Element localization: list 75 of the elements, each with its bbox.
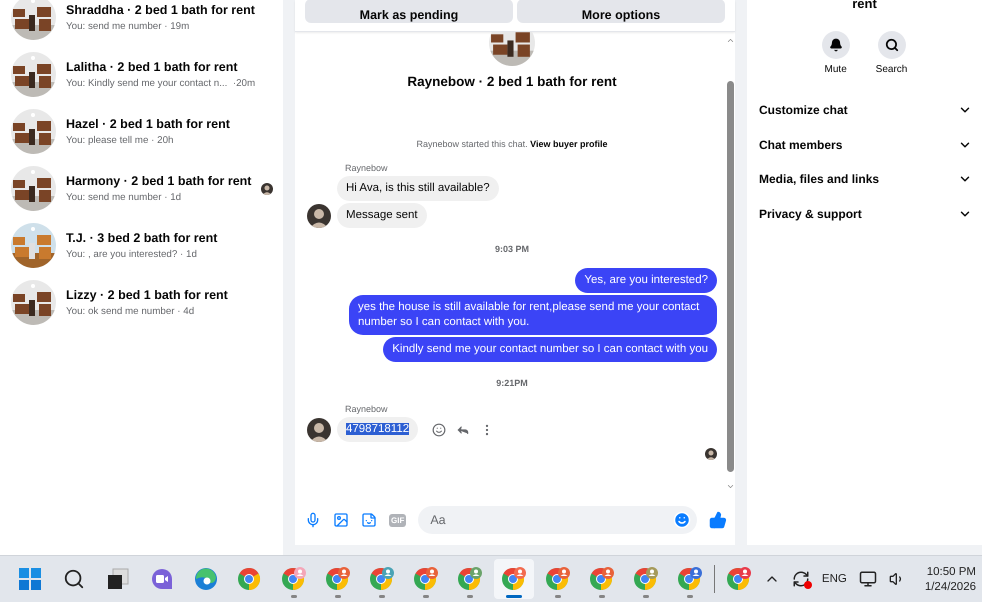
timestamp: 9:03 PM [494,244,530,254]
sender-name: Raynebow [345,163,389,173]
message-preview: You: Kindly send me your contact n... ·20m [66,78,256,89]
sent-message: Kindly send me your contact number so I can contact with you [383,337,717,362]
conversation-item[interactable]: Hazel · 2 bed 1 bath for rent You: please tell me · 20h [0,103,283,160]
browser-icon [457,566,483,592]
message-preview: You: ok send me number · 4d [66,306,196,317]
section-header[interactable]: Media, files and links [747,162,982,196]
avatar [307,418,331,442]
conversation-title: Lizzy · 2 bed 1 bath for rent [66,288,229,302]
browser-icon [281,566,307,592]
microphone-icon[interactable] [305,512,321,528]
browser-icon [501,566,527,592]
bell-icon [828,38,843,52]
conversation-title: Lalitha · 2 bed 1 bath for rent [66,60,239,74]
thumbs-up-icon[interactable] [709,511,727,529]
conversation-title: T.J. · 3 bed 2 bath for rent [66,231,218,245]
message-preview: You: , are you interested? · 1d [66,249,198,260]
chat-title: Raynebow · 2 bed 1 bath for rent [406,74,618,89]
seen-avatar [261,182,273,194]
scroll-down-icon[interactable] [726,482,734,491]
language-indicator[interactable]: ENG [822,573,847,585]
browser-icon [325,566,351,592]
scroll-up-icon[interactable] [726,36,734,45]
avatar [307,204,331,228]
received-message: 4798718112 [337,417,418,442]
conversation-item[interactable]: Shraddha · 2 bed 1 bath for rent You: send me number · 19m [0,0,283,46]
clock-date[interactable]: 1/24/2026 [924,580,976,592]
task-view-icon [107,568,129,590]
browser-icon [726,566,752,592]
search-icon [63,568,85,590]
image-icon[interactable] [333,512,349,528]
received-message: Hi Ava, is this still available? [337,176,499,201]
message-preview: You: please tell me · 20h [66,135,174,146]
conversation-item[interactable]: Harmony · 2 bed 1 bath for rent You: send me number · 1d [0,160,283,217]
section-header[interactable]: Customize chat [747,93,982,128]
sync-icon[interactable] [792,570,810,588]
browser-icon [677,566,703,592]
browser-icon [633,566,659,592]
browser-icon [545,566,571,592]
section-header[interactable]: Privacy & support [747,196,982,231]
conversation-item[interactable]: Lizzy · 2 bed 1 bath for rent You: ok send me number · 4d [0,274,283,331]
received-message: Message sent [337,203,427,228]
sent-message: yes the house is still available for rent,please send me your contact number so I can contact with you. [349,295,717,335]
browser-icon [369,566,395,592]
conversation-item[interactable]: T.J. · 3 bed 2 bath for rent You: , are you interested? · 1d [0,217,283,274]
conversation-title: Shraddha · 2 bed 1 bath for rent [66,3,256,17]
chat-notice: Raynebow started this chat. View buyer profile [416,139,608,149]
sent-message: Yes, are you interested? [575,268,717,293]
timestamp: 9:21PM [495,378,529,388]
action-button[interactable]: Mark as pending [305,0,513,23]
action-button[interactable]: More options [517,0,725,23]
browser-icon [589,566,615,592]
conversation-title: Hazel · 2 bed 1 bath for rent [66,117,231,131]
message-preview: You: send me number · 19m [66,21,190,32]
message-preview: You: send me number · 1d [66,192,182,203]
windows-icon [19,568,41,590]
browser-icon [413,566,439,592]
browser-icon [237,566,263,592]
video-chat-icon [150,567,174,591]
conversation-item[interactable]: Lalitha · 2 bed 1 bath for rent You: Kindly send me your contact n... ·20m [0,46,283,103]
section-header[interactable]: Chat members [747,128,982,162]
conversation-title: Harmony · 2 bed 1 bath for rent [66,174,251,188]
sender-name: Raynebow [345,404,389,414]
emoji-icon[interactable] [673,511,691,529]
read-receipt-avatar [705,448,717,460]
react-icon[interactable] [432,422,446,436]
message-input[interactable]: Aa [428,512,667,528]
buyer-profile-link[interactable]: View buyer profile [530,139,608,149]
network-icon[interactable] [858,570,877,588]
browser-icon [194,567,218,591]
message-field[interactable]: Aa [418,506,697,534]
sticker-icon[interactable] [361,512,377,528]
clock-time[interactable]: 10:50 PM [926,566,976,578]
search-icon [884,38,898,52]
